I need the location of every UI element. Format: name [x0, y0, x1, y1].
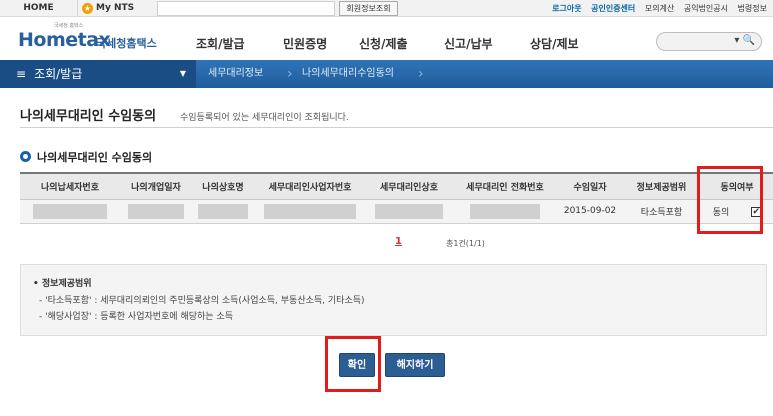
page-number-link[interactable]: 1: [395, 236, 402, 247]
public-corp-link[interactable]: 공익법인공시: [684, 4, 728, 13]
breadcrumb-separator-icon: ›: [287, 66, 293, 82]
redacted-block: [264, 203, 356, 219]
main-header: 국세청 홈택스 Hometax 국세청홈택스 조회/발급 민원증명 신청/제출 …: [0, 18, 773, 58]
breadcrumb-current-page[interactable]: 나의세무대리수임동의: [302, 60, 394, 88]
page-subtitle: 수임등록되어 있는 세무대리인이 조회됩니다.: [180, 113, 349, 123]
cell-date: 2015-09-02: [558, 199, 622, 224]
col-header-agent-biz-no: 세무대리인사업자번호: [254, 172, 366, 200]
breadcrumb-separator-icon: ›: [418, 66, 424, 82]
page-title: 나의세무대리인 수임동의: [20, 109, 157, 124]
top-utility-bar: HOME ★ My NTS 회원정보조회 로그아웃 공인인증센터 모의계산 공익법…: [0, 0, 773, 17]
info-line: - '타소득포함' : 세무대리의뢰인의 주민등록상의 소득(사업소득, 부동산…: [39, 296, 365, 306]
top-links: 로그아웃 공인인증센터 모의계산 공익법인공시 법령정보: [545, 0, 767, 17]
top-search-input[interactable]: [157, 1, 335, 16]
dropdown-arrow-icon: ▼: [179, 69, 186, 78]
nav-apply-submit[interactable]: 신청/제출: [359, 35, 408, 52]
confirm-highlight-box: [325, 336, 381, 392]
nav-report-pay[interactable]: 신고/납부: [444, 35, 493, 52]
cell-scope: 타소득포함: [622, 199, 701, 224]
consent-table: 나의납세자번호 나의개업일자 나의상호명 세무대리인사업자번호 세무대리인상호 …: [20, 172, 773, 224]
table-header-row: 나의납세자번호 나의개업일자 나의상호명 세무대리인사업자번호 세무대리인상호 …: [20, 172, 773, 200]
col-header-open-date: 나의개업일자: [120, 172, 192, 200]
home-link[interactable]: HOME: [0, 0, 78, 17]
search-icon[interactable]: ▾ 🔍: [734, 35, 755, 46]
cell-agent-name: [366, 199, 452, 224]
hometax-logo[interactable]: 국세청 홈택스 Hometax 국세청홈택스: [18, 22, 168, 56]
redacted-block: [375, 203, 443, 219]
simulation-link[interactable]: 모의계산: [645, 4, 674, 13]
cell-agent-biz-no: [254, 199, 366, 224]
logo-sub-text: 국세청홈택스: [96, 37, 157, 50]
redacted-block: [470, 203, 540, 219]
nav-search-input[interactable]: ▾ 🔍: [656, 32, 762, 51]
cell-taxpayer-no: [20, 199, 120, 224]
title-divider: [20, 127, 773, 128]
table-row: 2015-09-02 타소득포함 동의 ✔: [20, 199, 773, 224]
section-bullet-icon: [20, 151, 31, 162]
col-header-taxpayer-no: 나의납세자번호: [20, 172, 120, 200]
col-header-company-name: 나의상호명: [192, 172, 254, 200]
terminate-button[interactable]: 해지하기: [385, 353, 445, 377]
col-header-date: 수임일자: [558, 172, 622, 200]
info-line: - '해당사업장' : 등록한 사업자번호에 해당하는 소득: [39, 312, 233, 322]
member-lookup-button[interactable]: 회원정보조회: [339, 1, 398, 16]
nav-civil-cert[interactable]: 민원증명: [283, 35, 327, 52]
breadcrumb-tax-agent-info[interactable]: 세무대리정보: [208, 60, 263, 88]
col-header-scope: 정보제공범위: [622, 172, 701, 200]
cell-open-date: [120, 199, 192, 224]
nav-inquiry-issue[interactable]: 조회/발급: [196, 35, 245, 52]
consent-highlight-box: [697, 166, 763, 234]
logo-small-text: 국세청 홈택스: [54, 23, 84, 29]
nav-consult-report[interactable]: 상담/제보: [530, 35, 579, 52]
law-info-link[interactable]: 법령정보: [738, 4, 767, 13]
col-header-agent-phone: 세무대리인 전화번호: [452, 172, 558, 200]
star-icon: ★: [82, 3, 93, 14]
redacted-block: [33, 203, 107, 219]
my-nts-label: My NTS: [96, 3, 135, 13]
category-menu-label: 조회/발급: [34, 67, 83, 81]
my-nts-link[interactable]: ★ My NTS: [82, 0, 134, 17]
cert-center-link[interactable]: 공인인증센터: [591, 4, 635, 13]
info-title-text: 정보제공범위: [41, 279, 92, 289]
breadcrumb-bar: ≡ 조회/발급 ▼ 세무대리정보 › 나의세무대리수임동의 ›: [0, 60, 773, 88]
col-header-agent-name: 세무대리인상호: [366, 172, 452, 200]
redacted-block: [128, 203, 184, 219]
logout-link[interactable]: 로그아웃: [552, 4, 581, 13]
page-total: 총1건(1/1): [446, 239, 485, 248]
section-title: 나의세무대리인 수임동의: [37, 151, 153, 164]
redacted-block: [198, 203, 248, 219]
category-menu-button[interactable]: ≡ 조회/발급 ▼: [0, 60, 196, 88]
cell-agent-phone: [452, 199, 558, 224]
hamburger-icon: ≡: [16, 67, 27, 81]
info-title: • 정보제공범위: [33, 279, 92, 289]
info-box: • 정보제공범위 - '타소득포함' : 세무대리의뢰인의 주민등록상의 소득(…: [20, 264, 767, 336]
cell-company-name: [192, 199, 254, 224]
